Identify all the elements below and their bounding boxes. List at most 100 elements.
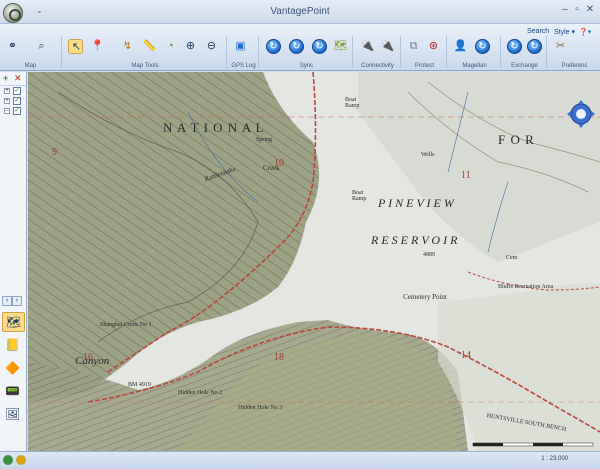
side-poi-button[interactable]: 🔶 [2,359,25,379]
exchange-upload-button[interactable] [507,39,522,54]
sync-button-1[interactable] [266,39,281,54]
gps-log-button[interactable]: ▣ [233,39,248,54]
binoculars-icon: ⚭ [7,40,18,52]
ribbon-group-magellan: 👤 Magellan [449,36,501,69]
select-pointer-button[interactable]: ↖ [68,39,83,54]
area-button[interactable]: ◔ [163,39,178,54]
zoom-select-button[interactable]: ⌕ [34,39,49,54]
layer-panel: + ✕ + ✓ + ✓ − ✓ ‹ › 🗺 📒 🔶 📟 🖼 [0,72,27,451]
map-label-pineview: P I N E V I E W [378,196,454,210]
zoom-out-icon: ⊖ [206,40,217,52]
zoom-box-icon: ⌕ [38,40,45,52]
add-layer-icon[interactable]: + [3,73,8,83]
map-label-bluffs: Bluffs Recreation Area [498,284,554,290]
map-sync-icon: 🗺 [333,40,348,52]
layer-row[interactable]: + ✓ [0,86,26,96]
rescue-button[interactable]: ⊛ [426,39,441,54]
poi-icon: 🔶 [5,361,20,375]
track-icon: ↯ [122,40,133,52]
plug-icon: 🔌 [360,40,375,52]
sync-button-2[interactable] [289,39,304,54]
pan-compass-icon [567,100,595,128]
account-button[interactable]: 👤 [453,39,468,54]
layer-checkbox[interactable]: ✓ [13,107,21,115]
side-photo-button[interactable]: 🖼 [2,405,25,425]
exchange-download-button[interactable] [527,39,542,54]
track-button[interactable]: ↯ [120,39,135,54]
map-label-shanghai-creek: Shanghai Creek No 1 [100,322,152,328]
ribbon-group-label: GPS Log [231,63,256,69]
gps-status-icon[interactable] [3,455,13,465]
sync-button-3[interactable] [312,39,327,54]
map-scale-readout: 1 : 23,000 [541,456,568,462]
ribbon-group-label: Map [24,63,37,69]
side-map-button[interactable]: 🗺 [2,312,25,332]
side-layers-button[interactable]: 📒 [2,336,25,356]
connect-button[interactable]: 🔌 [360,39,375,54]
style-menu[interactable]: Style ▾ [554,28,575,36]
gps-icon: 📟 [5,384,20,398]
layer-row[interactable]: + ✓ [0,96,26,106]
map-label-hidden-hole: Hidden Hole No 2 [178,390,223,396]
map-label-forest: F O R [498,132,535,147]
minimize-icon[interactable]: – [559,4,571,16]
map-view[interactable]: N A T I O N A L F O R P I N E V I E W R … [28,72,600,451]
ribbon: Search Style ▾ ❓▾ ⚭ ⌕ Map ↖ 📍 ↯ 📏 ◔ ⊕ ⊖ … [0,24,600,71]
map-label-section-11: 11 [461,170,471,181]
gps-device-icon: ▣ [235,40,246,52]
backup-button[interactable]: ⧉ [406,39,421,54]
remove-layer-icon[interactable]: ✕ [14,73,22,84]
layer-row[interactable]: − ✓ [0,106,26,116]
ribbon-group-exchange: Exchange [503,36,547,69]
map-label-section-16: 16 [83,352,93,363]
ribbon-group-gps-log: ▣ GPS Log [229,36,259,69]
map-label-section-14: 14 [461,350,471,361]
ribbon-group-label: Sync [299,63,314,69]
ribbon-group-label: Map Tools [131,63,159,69]
map-icon: 🗺 [6,315,22,329]
expand-icon[interactable]: + [4,88,10,94]
ribbon-group-map: ⚭ ⌕ Map [0,36,62,69]
collapse-icon[interactable]: − [4,108,10,114]
map-label-bm: BM 4919 [128,382,151,388]
backup-icon: ⧉ [409,40,418,52]
ruler-button[interactable]: 📏 [142,39,157,54]
search-link[interactable]: Search [527,28,549,35]
window-title: VantagePoint [270,6,330,17]
pin-icon: 📍 [90,40,105,52]
magellan-sync-button[interactable] [475,39,490,54]
sync-map-button[interactable]: 🗺 [333,39,348,54]
map-label-boat-ramp-2: Boat Ramp [352,190,367,202]
map-label-boat-ramp-1: Boat Ramp [345,97,360,109]
help-icon[interactable]: ❓▾ [579,28,591,36]
scroll-right-icon[interactable]: › [12,296,22,306]
binoculars-button[interactable]: ⚭ [5,39,20,54]
map-label-spring: Spring [256,137,273,143]
waypoint-button[interactable]: 📍 [90,39,105,54]
ribbon-group-label: Exchange [511,63,538,69]
zoom-out-button[interactable]: ⊖ [204,39,219,54]
zoom-in-button[interactable]: ⊕ [183,39,198,54]
disconnect-button[interactable]: 🔌 [380,39,395,54]
close-icon[interactable]: ✕ [584,4,596,16]
expand-icon[interactable]: + [4,98,10,104]
map-label-national: N A T I O N A L [163,120,265,135]
map-label-section-9: 9 [52,147,57,158]
scroll-left-icon[interactable]: ‹ [2,296,12,306]
area-icon: ◔ [167,40,174,52]
side-gps-button[interactable]: 📟 [2,382,25,402]
layer-checkbox[interactable]: ✓ [13,87,21,95]
map-label-hidden-hole-3: Hidden Hole No 3 [238,405,283,411]
ribbon-group-label: Preferenc [561,63,588,69]
map-label-section-18: 18 [274,352,284,363]
map-label-section-10: 10 [274,158,284,169]
map-label-reservoir: R E S E R V O I R [371,233,458,247]
connection-status-icon[interactable] [16,455,26,465]
maximize-icon[interactable]: ▫ [571,4,583,16]
preferences-button[interactable]: ✂ [553,39,568,54]
status-bar: 1 : 23,000 [0,451,600,469]
layer-checkbox[interactable]: ✓ [13,97,21,105]
map-label-cem: Cem [506,255,518,261]
map-navigation-control[interactable] [566,99,596,129]
ribbon-group-connectivity: 🔌 🔌 Connectivity [355,36,401,69]
